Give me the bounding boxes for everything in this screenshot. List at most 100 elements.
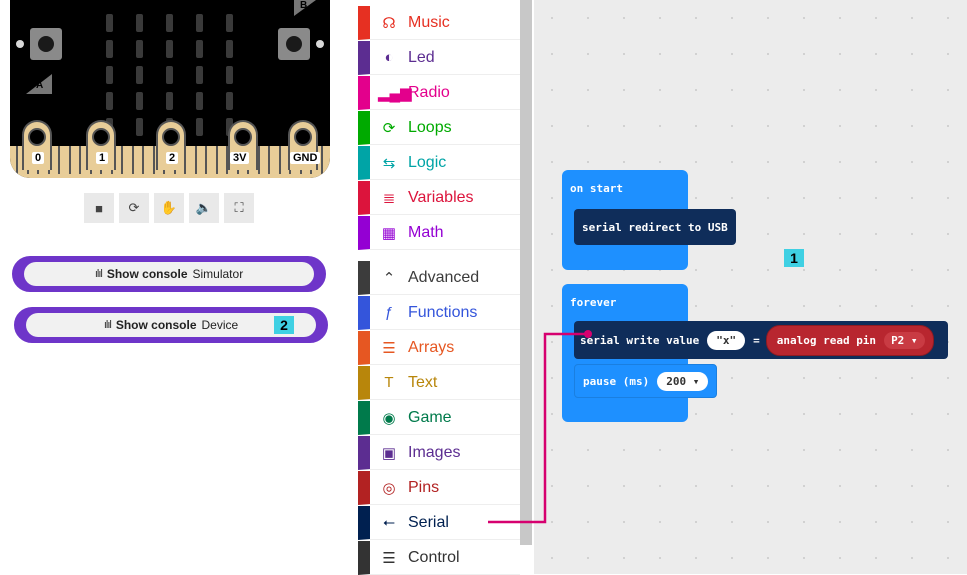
led (166, 14, 173, 32)
stop-icon[interactable]: ■ (84, 193, 114, 223)
toolbox-category-label: Game (408, 408, 452, 426)
edge-strip (131, 146, 134, 174)
blocks-workspace[interactable]: on start serial redirect to USB forever … (534, 0, 967, 574)
simulator-controls: ■ ⟳ ✋ 🔈 ⛶ (84, 193, 254, 223)
toolbox: ☊ Music ◐ Led ▂▄▆ Radio ⟳ Loops ⇆ Logic ≣ Variables… (358, 0, 520, 575)
mute-icon[interactable]: 🔈 (189, 193, 219, 223)
list-icon: ≣ (382, 189, 396, 207)
edge-strip (215, 146, 218, 174)
toolbox-category-led[interactable]: ◐ Led (358, 41, 520, 75)
pause-label: pause (ms) (583, 374, 650, 388)
toolbox-category-pins[interactable]: ◎ Pins (358, 471, 520, 505)
edge-strip (121, 146, 123, 174)
toolbox-category-label: Radio (408, 83, 450, 101)
screw (16, 40, 24, 48)
toolbox-category-label: Control (408, 548, 460, 566)
toolbox-category-label: Loops (408, 118, 452, 136)
toolbox-category-variables[interactable]: ≣ Variables (358, 181, 520, 215)
toolbox-category-label: Advanced (408, 268, 480, 286)
led (196, 118, 203, 136)
toolbox-category-serial[interactable]: ⭠ Serial (358, 506, 520, 540)
serial-write-value-block[interactable]: serial write value "x" = analog read pin… (574, 321, 948, 359)
restart-icon[interactable]: ⟳ (119, 193, 149, 223)
pin-label: 0 (32, 152, 45, 164)
toolbox-category-label: Variables (408, 188, 474, 206)
pin-hole (294, 128, 312, 146)
bar-chart-icon: ılıl (103, 319, 112, 331)
toolbox-category-label: Led (408, 48, 435, 66)
toolbox-category-functions[interactable]: ƒ Functions (358, 296, 520, 330)
analog-read-pin-block[interactable]: analog read pin P2 ▾ (765, 324, 934, 356)
pause-block[interactable]: pause (ms) 200 ▾ (574, 364, 718, 398)
toolbox-category-control[interactable]: ☰ Control (358, 541, 520, 575)
simulator-panel: A B 0 1 2 3V GND ■ ⟳ ✋ 🔈 ⛶ ılıl Show console Sim… (0, 0, 350, 574)
toolbox-category-text[interactable]: T Text (358, 366, 520, 400)
server-icon: ☰ (382, 549, 396, 567)
pin-label: 1 (96, 152, 109, 164)
serial-redirect-label: serial redirect to USB (582, 220, 728, 234)
toggle-icon: ◐ (384, 49, 394, 66)
console-button-label: Show console (106, 267, 188, 281)
edge-strip (320, 146, 323, 174)
button-a-label: A (36, 80, 44, 91)
toolbox-category-arrays[interactable]: ☰ Arrays (358, 331, 520, 365)
led (106, 92, 113, 110)
target-icon: ◎ (382, 479, 396, 497)
name-value-input[interactable]: "x" (707, 330, 746, 350)
toolbox-category-advanced[interactable]: ⌃ Advanced (358, 261, 520, 295)
edge-strip (194, 146, 197, 174)
pin-dropdown[interactable]: P2 ▾ (884, 331, 925, 349)
fullscreen-icon[interactable]: ⛶ (224, 193, 254, 223)
led (226, 66, 233, 84)
on-start-label: on start (570, 182, 623, 195)
led (196, 14, 203, 32)
toolbox-category-label: Math (408, 223, 444, 241)
forever-label: forever (570, 296, 617, 309)
pin-hole (162, 128, 180, 146)
edge-strip (68, 146, 71, 174)
annotation-badge-1: 1 (784, 249, 804, 267)
led (166, 66, 173, 84)
show-console-simulator-button[interactable]: ılıl Show console Simulator (12, 256, 326, 292)
usb-icon: ⭠ (382, 514, 395, 531)
image-icon: ▣ (381, 444, 397, 462)
led (166, 92, 173, 110)
toolbox-category-logic[interactable]: ⇆ Logic (358, 146, 520, 180)
pin-hole (92, 128, 110, 146)
debug-icon[interactable]: ✋ (154, 193, 184, 223)
serial-redirect-block[interactable]: serial redirect to USB (574, 209, 736, 245)
pin-label: GND (290, 152, 321, 164)
toolbox-category-label: Music (408, 13, 450, 31)
edge-strip (142, 146, 144, 174)
led (106, 14, 113, 32)
pause-value-dropdown[interactable]: 200 ▾ (657, 371, 709, 391)
toolbox-scrollbar[interactable] (520, 0, 532, 545)
edge-strip (205, 146, 207, 174)
toolbox-category-music[interactable]: ☊ Music (358, 6, 520, 40)
text-icon: T (384, 374, 394, 391)
bar-chart-icon: ılıl (94, 268, 103, 280)
led (136, 118, 143, 136)
chevron-up-icon: ⌃ (382, 269, 396, 287)
edge-strip (79, 146, 81, 174)
led (136, 40, 143, 58)
toolbox-category-label: Images (408, 443, 461, 461)
pin-label: 3V (230, 152, 250, 164)
console-button-label: Show console (115, 318, 197, 332)
button-b[interactable] (278, 28, 310, 60)
toolbox-category-game[interactable]: ◉ Game (358, 401, 520, 435)
toolbox-category-radio[interactable]: ▂▄▆ Radio (358, 76, 520, 110)
button-a[interactable] (30, 28, 62, 60)
led (136, 14, 143, 32)
gamepad-icon: ◉ (382, 409, 396, 427)
toolbox-category-loops[interactable]: ⟳ Loops (358, 111, 520, 145)
headphones-icon: ☊ (382, 14, 396, 32)
toolbox-category-images[interactable]: ▣ Images (358, 436, 520, 470)
led (226, 92, 233, 110)
toolbox-category-math[interactable]: ▦ Math (358, 216, 520, 250)
array-icon: ☰ (382, 339, 396, 357)
analog-read-pin-label: analog read pin (776, 333, 877, 347)
microbit-board: A B 0 1 2 3V GND (10, 0, 330, 178)
edge-strip (16, 146, 18, 174)
button-b-label: B (300, 0, 308, 11)
